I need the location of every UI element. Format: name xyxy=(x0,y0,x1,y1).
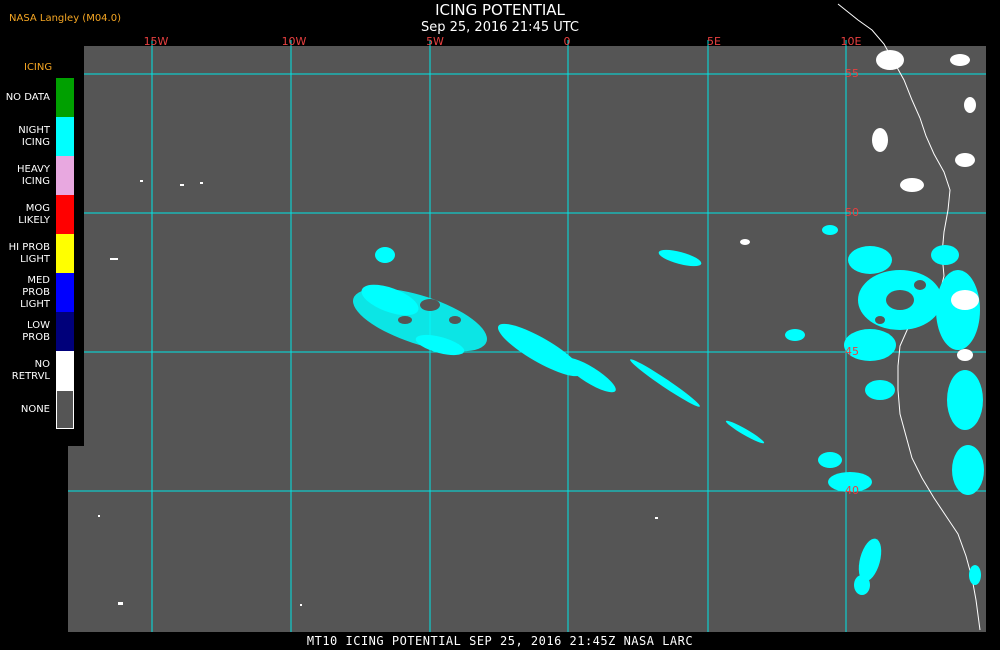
legend-swatch xyxy=(56,195,74,234)
lon-label: 10W xyxy=(282,35,307,48)
legend-item-no-retrvl: NO RETRVL xyxy=(0,351,84,390)
legend-item-med-prob-light: MED PROB LIGHT xyxy=(0,273,84,312)
lon-label: 10E xyxy=(841,35,862,48)
legend-label: MOG LIKELY xyxy=(18,202,50,226)
legend-item-low-prob: LOW PROB xyxy=(0,312,84,351)
legend-label: LOW PROB xyxy=(22,319,50,343)
legend-item-mog-likely: MOG LIKELY xyxy=(0,195,84,234)
legend-item-no-data: NO DATA xyxy=(0,78,84,117)
lon-label: 5W xyxy=(426,35,444,48)
legend-swatch xyxy=(56,78,74,117)
lon-label: 15W xyxy=(144,35,169,48)
map-datetime: Sep 25, 2016 21:45 UTC xyxy=(420,20,580,35)
map-title: ICING POTENTIAL xyxy=(435,1,565,19)
legend-label: NO DATA xyxy=(5,91,50,103)
legend-swatch xyxy=(56,273,74,312)
legend-label: NO RETRVL xyxy=(11,358,50,382)
legend-label: HI PROB LIGHT xyxy=(8,241,50,265)
legend-item-heavy-icing: HEAVY ICING xyxy=(0,156,84,195)
legend-swatch xyxy=(56,117,74,156)
legend-item-none: NONE xyxy=(0,390,84,429)
legend-swatch xyxy=(56,156,74,195)
icing-legend: ICING NO DATA NIGHT ICING HEAVY ICING MO… xyxy=(0,60,84,446)
lat-label: 45 xyxy=(845,345,859,358)
legend-label: NONE xyxy=(20,403,50,415)
lat-label: 50 xyxy=(845,206,859,219)
lon-label: 0 xyxy=(564,35,571,48)
icing-map-viewer: 15W 10W 5W 0 5E 10E 55 50 45 40 NASA Lan… xyxy=(0,0,1000,650)
legend-swatch xyxy=(56,312,74,351)
lat-label: 40 xyxy=(845,484,859,497)
icing-map: 15W 10W 5W 0 5E 10E 55 50 45 40 xyxy=(68,3,986,632)
legend-item-hi-prob-light: HI PROB LIGHT xyxy=(0,234,84,273)
legend-label: HEAVY ICING xyxy=(17,163,50,187)
footer-caption: MT10 ICING POTENTIAL SEP 25, 2016 21:45Z… xyxy=(306,634,694,648)
legend-title: ICING xyxy=(24,62,53,73)
lat-label: 55 xyxy=(845,67,859,80)
legend-swatch xyxy=(56,234,74,273)
legend-label: MED PROB LIGHT xyxy=(20,274,50,310)
legend-swatch xyxy=(56,390,74,429)
legend-label: NIGHT ICING xyxy=(18,124,50,148)
legend-swatch xyxy=(56,351,74,390)
legend-item-night-icing: NIGHT ICING xyxy=(0,117,84,156)
lon-label: 5E xyxy=(707,35,721,48)
